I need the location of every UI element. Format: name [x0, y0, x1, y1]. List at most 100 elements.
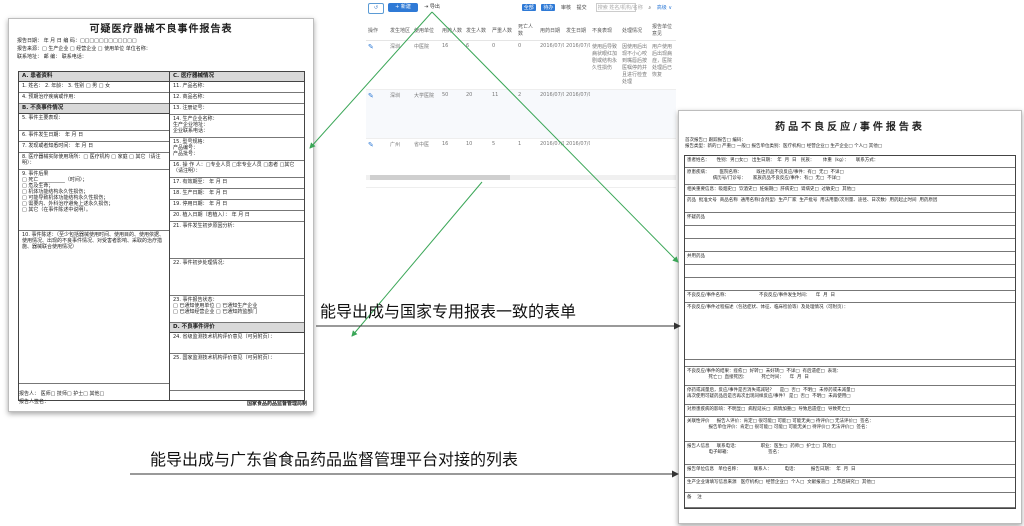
search-placeholder: 搜索 姓名/机构/名称 [597, 5, 643, 11]
table-cell: 5 [490, 138, 516, 188]
edit-cell[interactable]: ✎ [366, 40, 388, 90]
table-cell: 因使用后出现不小心咬到嘴唇后按医嘱停药并且进行检查处理 [620, 40, 650, 90]
tab-review[interactable]: 审核 [561, 4, 571, 11]
new-button[interactable]: + 新建 [388, 3, 418, 12]
drug-form-row: 相关重要信息：吸烟史□ 饮酒史□ 妊娠期□ 肝病史□ 肾病史□ 过敏史□ 其他□ [685, 185, 1015, 196]
drug-form-row: 备 注 [685, 493, 1015, 508]
device-form-header: 报告日期： 年 月 日 编 码：□□□□□□□□□□□□ 报告来源：□ 生产企业… [9, 36, 313, 62]
drug-form-row [685, 278, 1015, 291]
table-cell: 2016/07/01 [564, 138, 590, 188]
table-cell: 深圳 [388, 40, 412, 90]
table-cell: 0 [516, 40, 538, 90]
scrollbar-thumb[interactable] [370, 175, 510, 180]
device-section-title: B. 不良事件情况 [19, 104, 169, 114]
table-cell: 2016/07/01 [538, 89, 564, 139]
column-header[interactable]: 严重人数 [490, 20, 516, 41]
refresh-button[interactable]: ↺ [368, 3, 384, 14]
table-cell [650, 89, 676, 139]
table-row[interactable]: ✎深圳中医院166002016/07/012016/07/01使用后导致病状眼红… [366, 40, 676, 90]
table-cell [620, 138, 650, 188]
tab-todo[interactable]: 待办 [541, 4, 556, 11]
search-icon[interactable]: ⌕ [648, 5, 651, 11]
table-row[interactable]: ✎广州省中医1610512016/07/012016/07/01 [366, 138, 676, 188]
device-field-row: 7. 发现或者知悉时间： 年 月 日 [19, 142, 169, 153]
table-cell [590, 138, 620, 188]
table-cell: 2 [516, 89, 538, 139]
edit-cell[interactable]: ✎ [366, 138, 388, 188]
drug-form-row: 停药或减量后，反应/事件是否消失或减轻？ 是□ 否□ 不明□ 未停药或未减量□ … [685, 386, 1015, 405]
table-cell: 16 [440, 40, 464, 90]
device-field-row: 24. 省级监测技术机构评价意见（可另附页）： [170, 333, 304, 354]
column-header[interactable]: 使用单位 [412, 20, 440, 41]
edit-icon[interactable]: ✎ [368, 43, 374, 51]
table-cell [590, 89, 620, 139]
edit-icon[interactable]: ✎ [368, 92, 374, 100]
device-report-form: 可疑医疗器械不良事件报告表 报告日期： 年 月 日 编 码：□□□□□□□□□□… [8, 18, 314, 412]
column-header[interactable]: 用药日期 [538, 20, 564, 41]
table-cell: 2016/07/01 [538, 40, 564, 90]
column-header[interactable]: 不良表现 [590, 20, 620, 41]
column-header[interactable]: 发生人数 [464, 20, 490, 41]
reporter-role-line: 报告人： 医师□ 技师□ 护士□ 其他□ [19, 391, 105, 397]
edit-cell[interactable]: ✎ [366, 89, 388, 139]
drug-form-row: 报告人信息 联系电话： 职业：医生□ 药师□ 护士□ 其他□ 电子邮箱： 签名： [685, 442, 1015, 465]
drug-header-line: 报告类型：新的□ 严重□ 一般□ 报告单位类别：医疗机构□ 经营企业□ 生产企业… [685, 144, 883, 149]
table-cell: 使用后导致病状眼红加剧或结构永久性损伤 [590, 40, 620, 90]
device-field-row: 9. 事件后果 □ 死亡 __________（时间）； □ 危及生命； □ 机… [19, 170, 169, 231]
table-cell [620, 89, 650, 139]
device-form-right-column: C. 医疗器械情况 11. 产品名称： 12. 商品名称： 13. 注册证号： 14. … [169, 71, 305, 401]
drug-form-row: 不良反应/事件名称： 不良反应/事件发生时间： 年 月 日 [685, 291, 1015, 303]
device-field-row: 10. 事件陈述：（至少包括器械使用时间、使用目的、使用依据、使用情况、出现的不… [19, 231, 169, 384]
table-cell: 深圳 [388, 89, 412, 139]
drug-form-row: 不良反应/事件的结果：痊愈□ 好转□ 未好转□ 不详□ 有后遗症□ 表现： 死亡… [685, 367, 1015, 386]
drug-form-row: 对原患疾病的影响：不明显□ 病程延长□ 病情加重□ 导致后遗症□ 导致死亡□ [685, 405, 1015, 417]
device-section-title: D. 不良事件评价 [170, 323, 304, 333]
device-header-line: 联系地址： 邮 编： 联系电话： [17, 54, 87, 60]
drug-form-row: 生产企业请填写信息来源 医疗机构□ 经营企业□ 个人□ 文献报道□ 上市后研究□… [685, 478, 1015, 493]
drug-form-row: 不良反应/事件过程描述（包括症状、体征、临床检验等）及处理情况（可附页）： [685, 303, 1015, 360]
table-cell [650, 138, 676, 188]
column-header[interactable]: 处理情况 [620, 20, 650, 41]
table-cell: 20 [464, 89, 490, 139]
device-header-line: 报告日期： 年 月 日 编 码：□□□□□□□□□□□□ [17, 38, 137, 44]
device-header-line: 报告来源：□ 生产企业 □ 经营企业 □ 使用单位 单位名称： [17, 46, 151, 52]
export-button[interactable]: ⇥ 导出 [422, 3, 442, 12]
advanced-search-button[interactable]: 高级 ∨ [657, 4, 672, 11]
tab-submit[interactable]: 提交 [577, 4, 587, 11]
table-cell: 2016/07/01 [564, 89, 590, 139]
device-field-row: 5. 事件主要表现： [19, 114, 169, 131]
tab-all[interactable]: 全部 [521, 4, 536, 11]
event-table: 操作 发生地区 使用单位 用药人数 发生人数 严重人数 死亡人数 用药日期 发生日期 不良表现 处理… [366, 20, 676, 188]
table-cell: 用户使用后出现病症，医院处理后已恢复 [650, 40, 676, 90]
drug-form-row: 并用药品 [685, 252, 1015, 265]
drug-form-row [685, 265, 1015, 278]
column-header[interactable]: 死亡人数 [516, 20, 538, 41]
device-field-row: 14. 生产企业名称： 生产企业地址： 企业联系电话： [170, 115, 304, 138]
horizontal-scrollbar[interactable] [366, 175, 676, 180]
edit-icon[interactable]: ✎ [368, 141, 374, 149]
column-header[interactable]: 报告单位意见 [650, 20, 676, 41]
device-field-row: 21. 事件发生初步原因分析： [170, 222, 304, 259]
device-field-row: 12. 商品名称： [170, 93, 304, 104]
column-header[interactable]: 发生日期 [564, 20, 590, 41]
table-cell: 11 [490, 89, 516, 139]
export-label: 导出 [429, 4, 440, 10]
drug-form-title: 药品不良反应/事件报告表 [775, 122, 925, 133]
device-section-title: C. 医疗器械情况 [170, 72, 304, 82]
device-field-row: 22. 事件初步处理情况： [170, 259, 304, 296]
table-row[interactable]: ✎深圳大学医院50201122016/07/012016/07/01 [366, 89, 676, 139]
drug-form-row: 关联性评价 报告人评价：肯定□ 很可能□ 可能□ 可能无关□ 待评价□ 无法评价… [685, 417, 1015, 442]
drug-form-row: 报告单位信息 单位名称： 联系人： 电话： 报告日期： 年 月 日 [685, 465, 1015, 478]
device-field-row: 16. 操 作 人：□专业人员 □非专业人员 □患者 □其它（请注明）： [170, 161, 304, 178]
drug-form-row: 患者姓名： 性别：男□女□ 出生日期： 年 月 日 民族： 体重（kg）： 联系… [685, 156, 1015, 168]
device-field-row: 6. 事件发生日期： 年 月 日 [19, 131, 169, 142]
drug-form-row [685, 239, 1015, 252]
device-field-row: 4. 预期治疗疾病或作用： [19, 93, 169, 104]
column-header[interactable]: 发生地区 [388, 20, 412, 41]
filter-tabs: 全部 待办 审核 提交 搜索 姓名/机构/名称 ⌕ 高级 ∨ [518, 3, 672, 12]
device-form-title: 可疑医疗器械不良事件报告表 [89, 24, 233, 35]
drug-form-row: 怀疑药品 [685, 213, 1015, 226]
device-field-row: 18. 生产日期： 年 月 日 [170, 189, 304, 200]
column-header[interactable]: 用药人数 [440, 20, 464, 41]
column-header[interactable]: 操作 [366, 20, 388, 41]
